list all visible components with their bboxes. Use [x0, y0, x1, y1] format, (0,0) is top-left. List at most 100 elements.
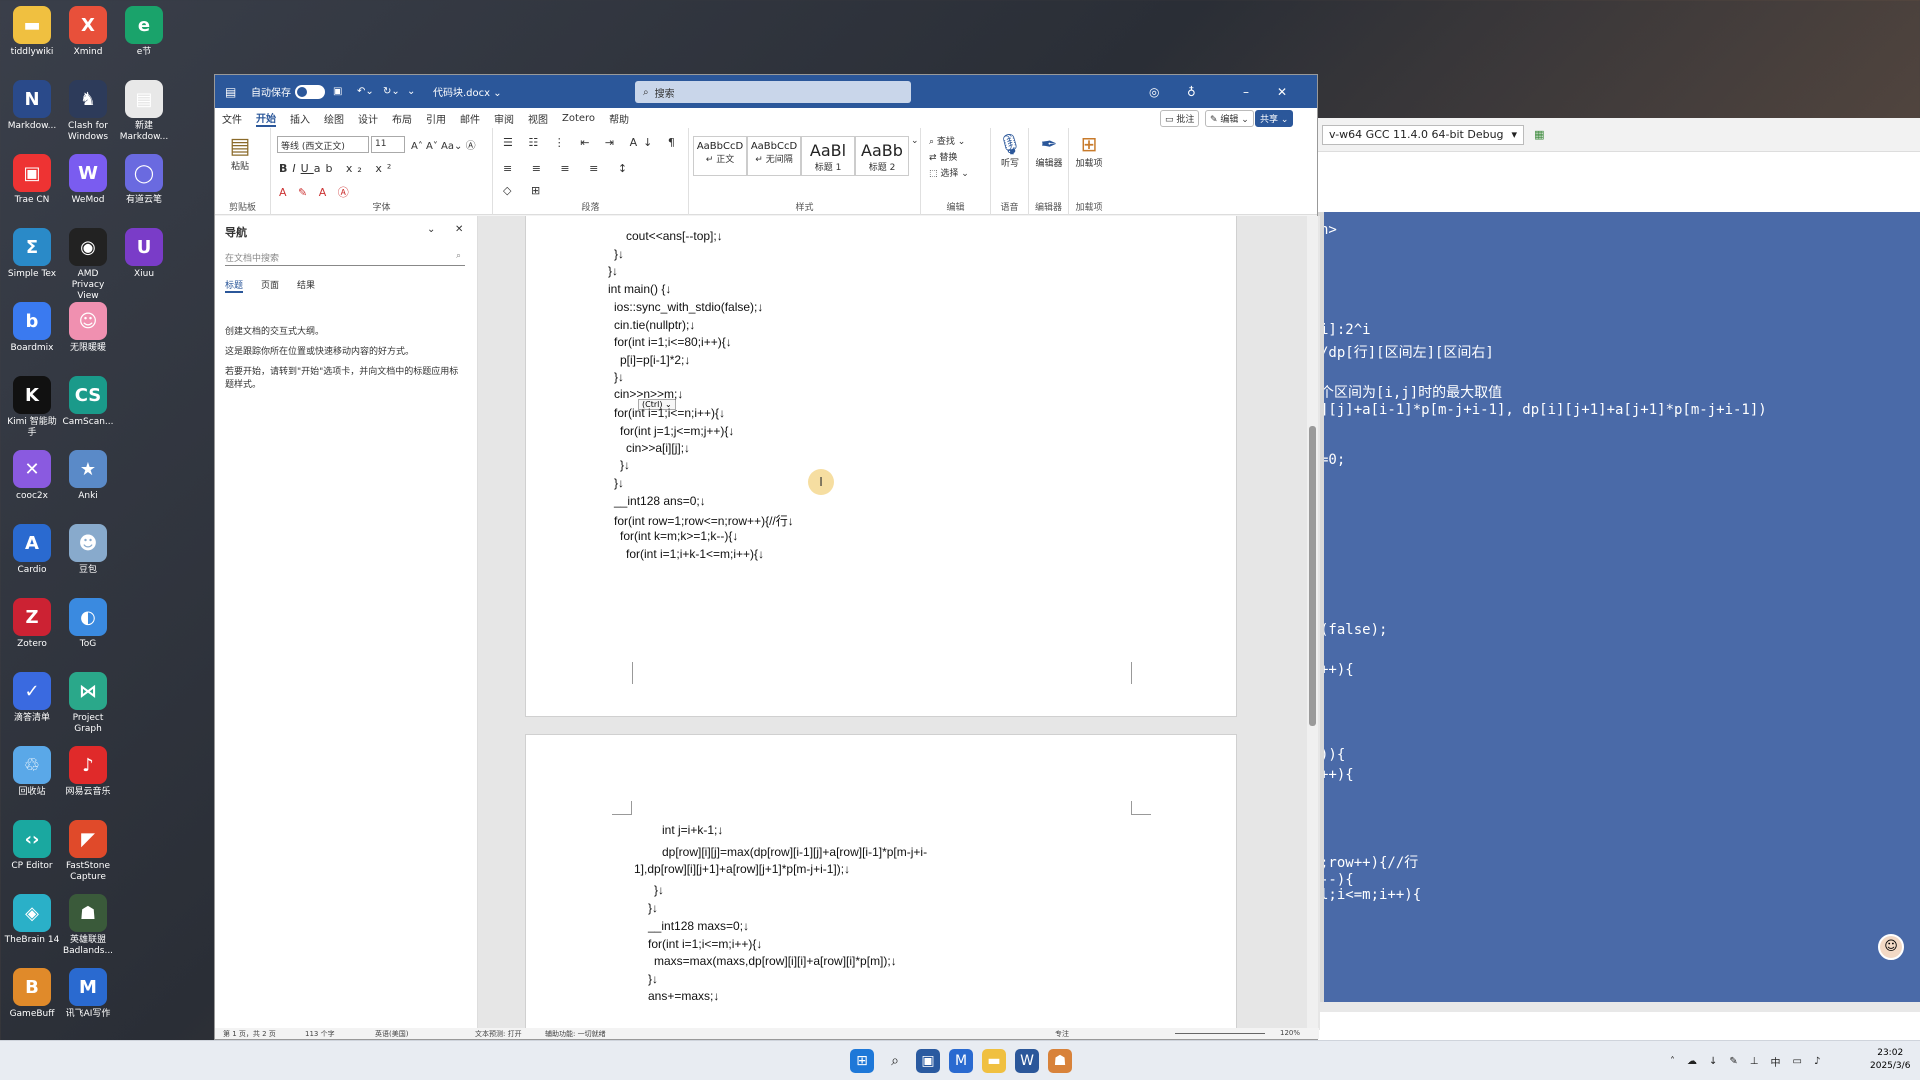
menu-tab[interactable]: 插入 — [290, 111, 310, 126]
desktop-icon[interactable]: ◤ FastStone Capture — [60, 818, 116, 890]
download-icon[interactable]: ↓ — [1709, 1056, 1717, 1067]
desktop-icon[interactable]: ♪ 网易云音乐 — [60, 744, 116, 816]
desktop-icon[interactable]: ☻ 豆包 — [60, 522, 116, 594]
desktop-icon[interactable]: ☗ 英雄联盟 Badlands... — [60, 892, 116, 964]
nav-search-input[interactable]: 在文档中搜索 ⌕ — [225, 248, 465, 266]
minimize-button[interactable]: – — [1243, 75, 1249, 108]
desktop-icon[interactable]: U Xiuu — [116, 226, 172, 298]
desktop-icon[interactable]: ▤ 新建 Markdow... — [116, 78, 172, 150]
avatar[interactable]: ☺ — [1878, 934, 1904, 960]
start-icon[interactable]: ⊞ — [850, 1049, 874, 1073]
close-icon[interactable]: ✕ — [455, 224, 463, 235]
font-size-adjust-icons[interactable]: A˄ A˅ Aa⌄ Ⓐ — [411, 137, 476, 152]
network-icon[interactable]: ▭ — [1793, 1056, 1802, 1067]
pen-icon[interactable]: ✎ — [1729, 1056, 1737, 1067]
menu-tab[interactable]: 布局 — [392, 111, 412, 126]
menu-tab[interactable]: Zotero — [562, 113, 595, 124]
editing-mode-button[interactable]: ✎ 编辑 ⌄ — [1205, 110, 1254, 127]
share-button[interactable]: 共享 ⌄ — [1255, 110, 1294, 127]
desktop-icon[interactable]: A Cardio — [4, 522, 60, 594]
list-buttons[interactable]: ☰ ☷ ⋮ ⇤ ⇥ A↓ ¶ — [503, 136, 681, 149]
desktop-icon[interactable]: ‹› CP Editor — [4, 818, 60, 890]
menu-tab[interactable]: 设计 — [358, 111, 378, 126]
desktop-icon[interactable]: Σ Simple Tex — [4, 226, 60, 298]
chevron-up-icon[interactable]: ˄ — [1670, 1056, 1675, 1067]
menu-tab[interactable]: 文件 — [222, 111, 242, 126]
keyboard-icon[interactable]: ⊥ — [1750, 1056, 1759, 1067]
store-icon[interactable]: ▣ — [916, 1049, 940, 1073]
desktop-icon[interactable]: B GameBuff — [4, 966, 60, 1038]
desktop-icon[interactable]: ♲ 回收站 — [4, 744, 60, 816]
desktop-icon[interactable]: M 讯飞AI写作 — [60, 966, 116, 1038]
volume-icon[interactable]: ♪ — [1814, 1056, 1820, 1067]
style-button[interactable]: AaBbCcD ↵ 正文 — [693, 136, 747, 176]
zoom-level[interactable]: 120% — [1280, 1029, 1300, 1037]
writer-icon[interactable]: M — [949, 1049, 973, 1073]
build-icon[interactable]: ▦ — [1534, 128, 1544, 141]
lightbulb-icon[interactable]: ♁ — [1187, 75, 1196, 108]
word-icon[interactable]: W — [1015, 1049, 1039, 1073]
clock[interactable]: 23:02 2025/3/6 — [1870, 1047, 1910, 1073]
nav-tab[interactable]: 标题 — [225, 278, 244, 293]
build-config-select[interactable]: v-w64 GCC 11.4.0 64-bit Debug ▾ — [1322, 124, 1525, 145]
close-button[interactable]: ✕ — [1277, 75, 1287, 108]
scrollbar-thumb[interactable] — [1309, 426, 1316, 726]
addins-button[interactable]: ⊞ 加载项 — [1073, 132, 1105, 169]
desktop-icon[interactable]: K Kimi 智能助手 — [4, 374, 60, 446]
save-icon[interactable]: ▣ — [333, 75, 342, 108]
desktop-icon[interactable]: ⋈ Project Graph — [60, 670, 116, 742]
desktop-icon[interactable]: ◈ TheBrain 14 — [4, 892, 60, 964]
status-text-predict[interactable]: 文本预测: 打开 — [475, 1029, 522, 1039]
menu-tab[interactable]: 视图 — [528, 111, 548, 126]
desktop-icon[interactable]: ★ Anki — [60, 448, 116, 520]
desktop-icon[interactable]: ▣ Trae CN — [4, 152, 60, 224]
desktop-icon[interactable]: N Markdow... — [4, 78, 60, 150]
document-scrollbar[interactable] — [1307, 216, 1318, 1030]
font-color-buttons[interactable]: A ✎ A Ⓐ — [279, 184, 353, 200]
document-area[interactable]: (Ctrl) ⌄ I cout<<ans[--top];↓}↓}↓ int mai… — [478, 216, 1320, 1030]
nav-tab[interactable]: 页面 — [261, 278, 279, 291]
style-button[interactable]: AaBb 标题 2 — [855, 136, 909, 176]
nav-tab[interactable]: 结果 — [297, 278, 315, 291]
font-name-select[interactable]: 等线 (西文正文) — [277, 136, 369, 153]
align-buttons[interactable]: ≡ ≡ ≡ ≡ ↕ — [503, 162, 635, 175]
search-input[interactable]: ⌕ 搜索 — [635, 81, 911, 103]
dictate-button[interactable]: 🎙 听写 — [997, 132, 1023, 169]
cloud-icon[interactable]: ☁ — [1687, 1056, 1697, 1067]
chevron-down-icon[interactable]: ⌄ — [427, 224, 435, 235]
styles-more-icon[interactable]: ⌄ — [911, 136, 919, 146]
desktop-icon[interactable]: ◯ 有道云笔 — [116, 152, 172, 224]
zoom-slider[interactable] — [1175, 1033, 1265, 1034]
menu-tab[interactable]: 绘图 — [324, 111, 344, 126]
search-icon[interactable]: ⌕ — [883, 1049, 907, 1073]
status-words[interactable]: 113 个字 — [305, 1029, 335, 1039]
desktop-icon[interactable]: ▬ tiddlywiki — [4, 4, 60, 76]
ide-hscroll[interactable] — [1318, 1002, 1920, 1012]
desktop-icon[interactable]: ✕ cooc2x — [4, 448, 60, 520]
autosave-toggle[interactable] — [295, 84, 325, 99]
shading-buttons[interactable]: ◇ ⊞ — [503, 184, 548, 197]
style-button[interactable]: AaBbCcD ↵ 无间隔 — [747, 136, 801, 176]
comment-button[interactable]: ▭ 批注 — [1160, 110, 1200, 127]
style-button[interactable]: AaBl 标题 1 — [801, 136, 855, 176]
desktop-icon[interactable]: ✓ 滴答清单 — [4, 670, 60, 742]
paste-button[interactable]: ▤ 粘贴 — [225, 134, 255, 172]
desktop-icon[interactable]: X Xmind — [60, 4, 116, 76]
menu-tab[interactable]: 开始 — [256, 110, 276, 127]
document-title[interactable]: 代码块.docx ⌄ — [433, 75, 502, 108]
status-page[interactable]: 第 1 页，共 2 页 — [223, 1029, 276, 1039]
desktop-icon[interactable]: ◉ AMD Privacy View — [60, 226, 116, 301]
code-editor[interactable]: h> i]:2^i/dp[行][区间左][区间右] 个区间为[i,j]时的最大取值]… — [1318, 212, 1920, 1002]
desktop-icon[interactable]: ☺ 无限暖暖 — [60, 300, 116, 372]
page-1[interactable]: (Ctrl) ⌄ I cout<<ans[--top];↓}↓}↓ int mai… — [525, 216, 1237, 717]
menu-tab[interactable]: 帮助 — [609, 111, 629, 126]
font-format-buttons[interactable]: BIUab x₂ x² — [279, 162, 396, 175]
status-accessibility[interactable]: 辅助功能: 一切就绪 — [545, 1029, 606, 1039]
replace-button[interactable]: ⇄ 替换 — [929, 150, 957, 163]
desktop-icon[interactable]: e e节 — [116, 4, 172, 76]
menu-tab[interactable]: 邮件 — [460, 111, 480, 126]
customize-icon[interactable]: ⌄ — [407, 75, 415, 108]
ide-icon[interactable]: ☗ — [1048, 1049, 1072, 1073]
font-size-select[interactable]: 11 — [371, 136, 405, 153]
desktop-icon[interactable]: CS CamScan... — [60, 374, 116, 446]
